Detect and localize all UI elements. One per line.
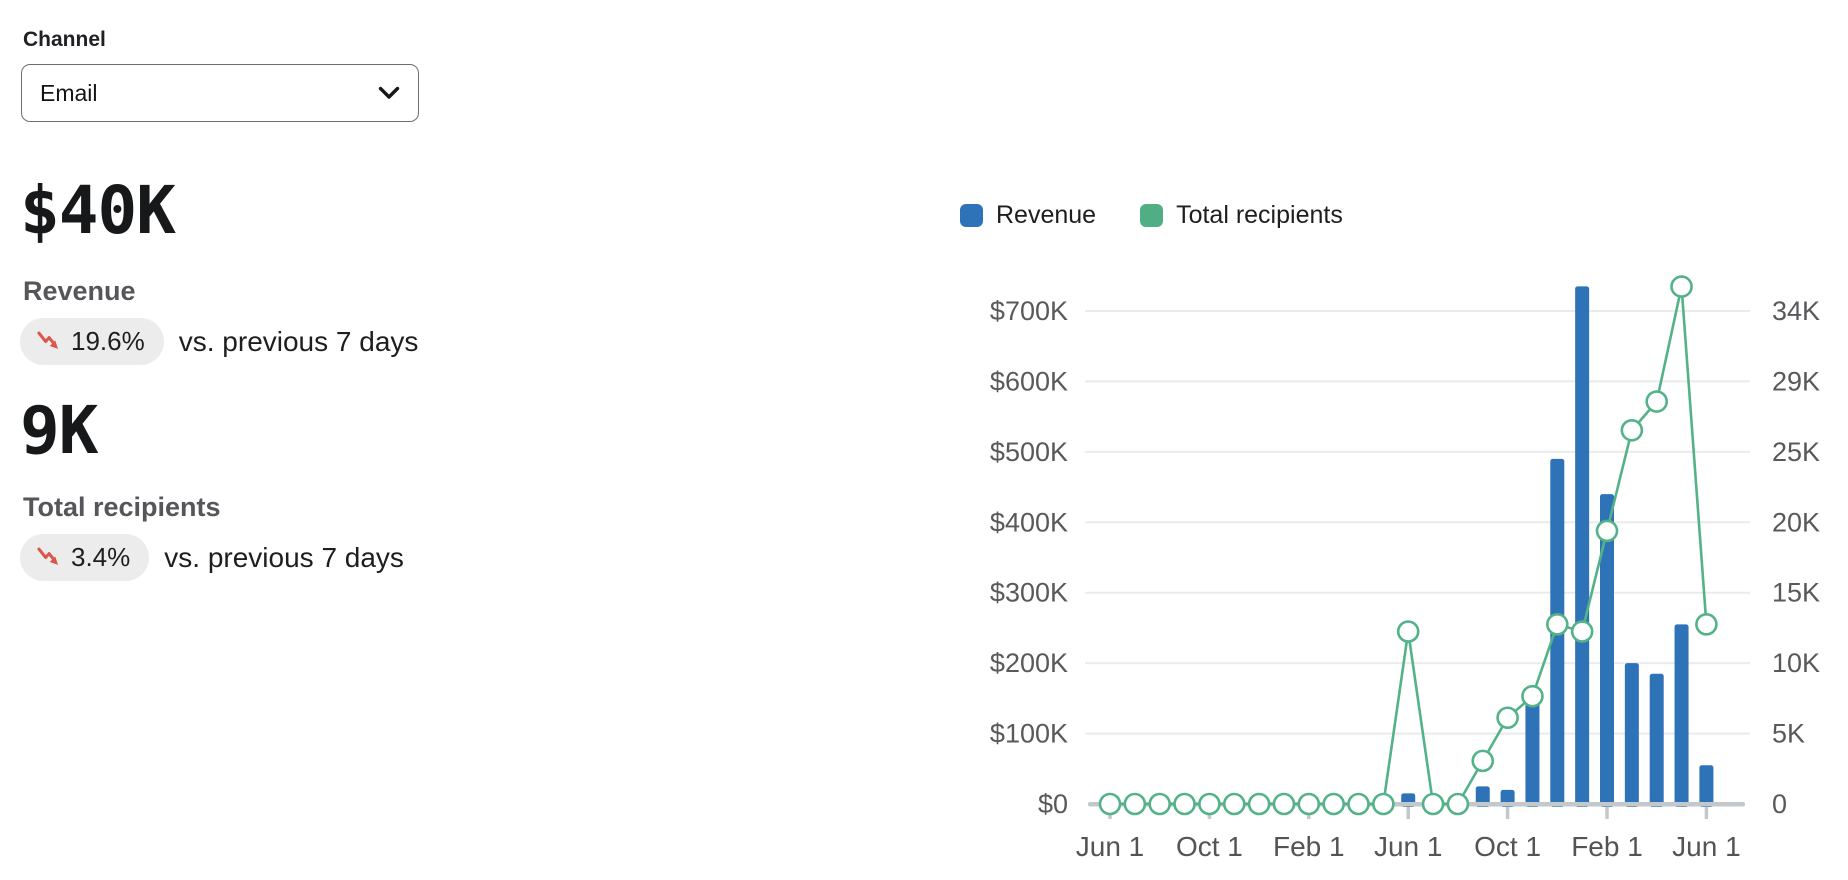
right-axis-tick-label: 5K xyxy=(1772,719,1805,749)
recipients-point[interactable] xyxy=(1647,392,1667,412)
left-axis-tick-label: $400K xyxy=(990,507,1068,537)
revenue-comparison-text: vs. previous 7 days xyxy=(179,326,419,358)
right-axis-tick-label: 25K xyxy=(1772,437,1820,467)
x-axis-tick-label: Feb 1 xyxy=(1273,831,1345,862)
revenue-bar[interactable] xyxy=(1525,698,1539,807)
right-axis-tick-label: 34K xyxy=(1772,296,1820,326)
recipients-swatch-icon xyxy=(1140,204,1163,227)
chevron-down-icon xyxy=(378,86,400,100)
revenue-swatch-icon xyxy=(960,204,983,227)
chart-legend: Revenue Total recipients xyxy=(960,201,1343,230)
left-axis-tick-label: $300K xyxy=(990,578,1068,608)
recipients-point[interactable] xyxy=(1448,794,1468,814)
revenue-metric-value: $40K xyxy=(20,172,175,249)
recipients-point[interactable] xyxy=(1597,521,1617,541)
x-axis-tick-label: Jun 1 xyxy=(1076,831,1145,862)
recipients-point[interactable] xyxy=(1349,794,1369,814)
recipients-point[interactable] xyxy=(1696,614,1716,634)
recipients-comparison-text: vs. previous 7 days xyxy=(164,542,404,574)
recipients-point[interactable] xyxy=(1274,794,1294,814)
recipients-point[interactable] xyxy=(1299,794,1319,814)
recipients-point[interactable] xyxy=(1572,622,1592,642)
right-axis-tick-label: 15K xyxy=(1772,578,1820,608)
x-axis-tick-label: Jun 1 xyxy=(1672,831,1741,862)
x-axis-tick-label: Jun 1 xyxy=(1374,831,1443,862)
recipients-metric-value: 9K xyxy=(20,392,97,469)
recipients-point[interactable] xyxy=(1100,794,1120,814)
revenue-bar[interactable] xyxy=(1699,765,1713,807)
right-axis-tick-label: 20K xyxy=(1772,507,1820,537)
recipients-point[interactable] xyxy=(1249,794,1269,814)
recipients-point[interactable] xyxy=(1175,794,1195,814)
recipients-point[interactable] xyxy=(1150,794,1170,814)
revenue-bar[interactable] xyxy=(1650,674,1664,807)
channel-label: Channel xyxy=(23,28,106,52)
revenue-delta-badge: 19.6% xyxy=(20,318,164,365)
recipients-point[interactable] xyxy=(1324,794,1344,814)
left-axis-tick-label: $0 xyxy=(1038,789,1068,819)
left-axis-tick-label: $100K xyxy=(990,719,1068,749)
left-axis-tick-label: $200K xyxy=(990,648,1068,678)
left-axis-tick-label: $700K xyxy=(990,296,1068,326)
x-axis-tick-label: Feb 1 xyxy=(1571,831,1643,862)
right-axis-tick-label: 29K xyxy=(1772,366,1820,396)
legend-item-total-recipients[interactable]: Total recipients xyxy=(1140,201,1343,230)
recipients-point[interactable] xyxy=(1224,794,1244,814)
recipients-point[interactable] xyxy=(1498,708,1518,728)
right-axis-tick-label: 10K xyxy=(1772,648,1820,678)
recipients-point[interactable] xyxy=(1473,751,1493,771)
x-axis-tick-label: Oct 1 xyxy=(1176,831,1243,862)
revenue-bar[interactable] xyxy=(1675,624,1689,807)
revenue-recipients-combo-chart: $0 0 $100K 5K $200K 10K $300K 15K $400K 20K $500K 2… xyxy=(940,240,1848,880)
right-axis-tick-label: 0 xyxy=(1772,789,1787,819)
trending-down-icon xyxy=(35,328,62,355)
x-axis-tick-label: Oct 1 xyxy=(1474,831,1541,862)
trending-down-icon xyxy=(35,544,62,571)
legend-label-total-recipients: Total recipients xyxy=(1176,201,1343,230)
revenue-bar[interactable] xyxy=(1575,286,1589,807)
recipients-delta-badge: 3.4% xyxy=(20,534,149,581)
channel-select-value: Email xyxy=(40,80,378,107)
recipients-delta-value: 3.4% xyxy=(71,542,130,573)
recipients-point[interactable] xyxy=(1547,614,1567,634)
revenue-metric-label: Revenue xyxy=(23,276,136,307)
recipients-point[interactable] xyxy=(1622,420,1642,440)
recipients-point[interactable] xyxy=(1125,794,1145,814)
recipients-point[interactable] xyxy=(1199,794,1219,814)
revenue-delta-row: 19.6% vs. previous 7 days xyxy=(20,318,418,365)
email-performance-dashboard: Channel Email $40K Revenue 19.6% vs. pre… xyxy=(0,0,1848,880)
recipients-point[interactable] xyxy=(1672,277,1692,297)
recipients-point[interactable] xyxy=(1398,622,1418,642)
recipients-point[interactable] xyxy=(1423,794,1443,814)
recipients-point[interactable] xyxy=(1373,794,1393,814)
recipients-point[interactable] xyxy=(1522,686,1542,706)
recipients-line xyxy=(1110,287,1706,804)
revenue-bar[interactable] xyxy=(1625,663,1639,807)
legend-label-revenue: Revenue xyxy=(996,201,1096,230)
channel-select[interactable]: Email xyxy=(21,64,419,122)
recipients-metric-label: Total recipients xyxy=(23,492,221,523)
recipients-delta-row: 3.4% vs. previous 7 days xyxy=(20,534,404,581)
revenue-delta-value: 19.6% xyxy=(71,326,145,357)
legend-item-revenue[interactable]: Revenue xyxy=(960,201,1096,230)
left-axis-tick-label: $600K xyxy=(990,366,1068,396)
left-axis-tick-label: $500K xyxy=(990,437,1068,467)
